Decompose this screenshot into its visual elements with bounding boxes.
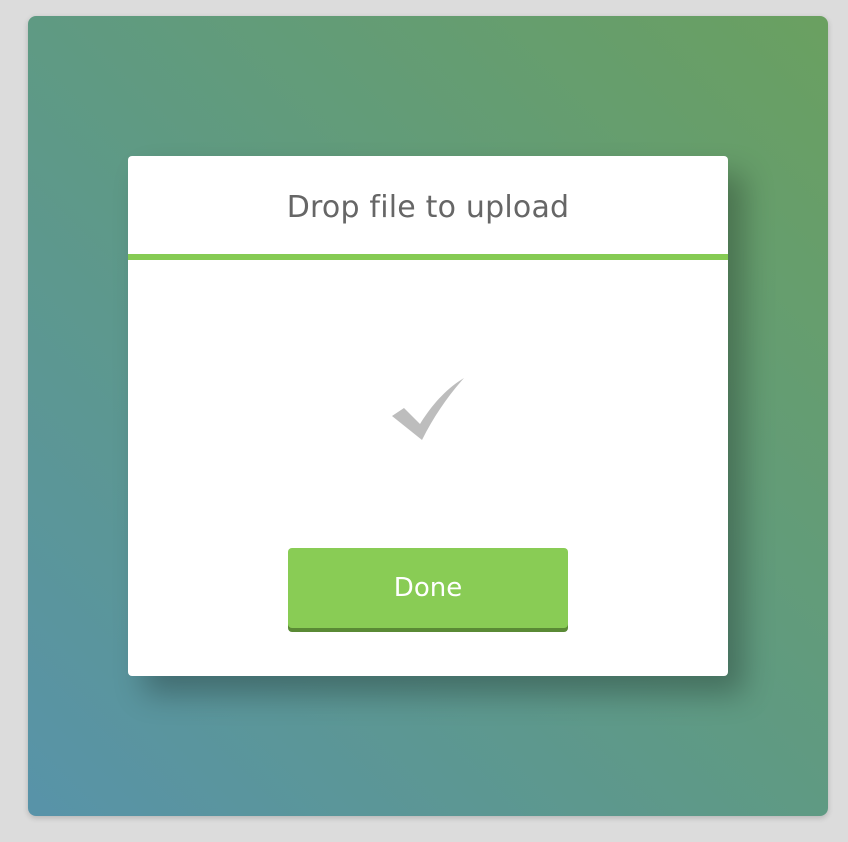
done-button[interactable]: Done bbox=[288, 548, 568, 628]
dialog-title: Drop file to upload bbox=[286, 189, 570, 225]
upload-backdrop: Drop file to upload Done bbox=[28, 16, 828, 816]
checkmark-shape bbox=[392, 378, 464, 440]
upload-dialog: Drop file to upload Done bbox=[128, 156, 728, 676]
dialog-header: Drop file to upload bbox=[128, 156, 728, 260]
checkmark-icon bbox=[392, 378, 464, 440]
